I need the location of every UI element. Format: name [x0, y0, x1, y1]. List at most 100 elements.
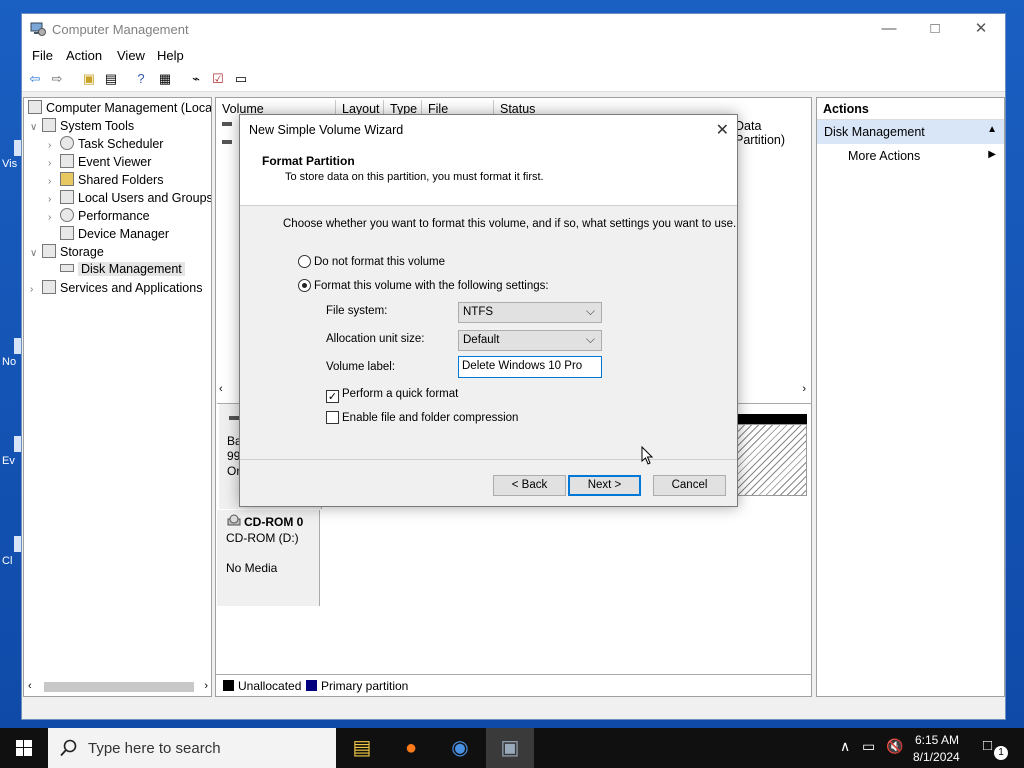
- scroll-right-icon[interactable]: ›: [802, 383, 806, 395]
- services-icon: [42, 280, 56, 294]
- radio-dot[interactable]: [298, 255, 311, 268]
- storage-icon: [42, 244, 56, 258]
- tree-item-services[interactable]: › Services and Applications: [30, 280, 202, 298]
- checkbox-checked-icon[interactable]: ✓: [326, 390, 339, 403]
- more-actions[interactable]: More Actions ▶: [817, 144, 1004, 168]
- wizard-title-bar[interactable]: New Simple Volume Wizard ✕: [240, 115, 737, 145]
- tree-item-performance[interactable]: › Performance: [48, 208, 150, 226]
- chevron-right-icon[interactable]: ›: [48, 140, 60, 151]
- forward-arrow-icon[interactable]: ⇨: [48, 70, 66, 88]
- actions-section-disk-management[interactable]: Disk Management ▲: [817, 120, 1004, 144]
- show-hide-tree-icon[interactable]: ▤: [102, 70, 120, 88]
- windows-logo-icon: [16, 740, 32, 756]
- chevron-right-icon[interactable]: ›: [30, 284, 42, 295]
- tree-item-label: Disk Management: [78, 262, 185, 276]
- clock-icon: [60, 136, 74, 150]
- chevron-right-icon[interactable]: ›: [48, 158, 60, 169]
- start-button[interactable]: [0, 728, 48, 768]
- close-icon[interactable]: ✕: [716, 120, 729, 140]
- radio-format-volume[interactable]: Format this volume with the following se…: [298, 279, 549, 292]
- volume-label-input[interactable]: Delete Windows 10 Pro: [458, 356, 602, 378]
- cdrom-0-info[interactable]: CD-ROM 0 CD-ROM (D:) No Media: [217, 510, 320, 606]
- computer-management-taskbar-icon[interactable]: ▣: [486, 728, 534, 768]
- actions-pane: Actions Disk Management ▲ More Actions ▶: [816, 97, 1005, 697]
- cancel-button[interactable]: Cancel: [653, 475, 726, 496]
- checkbox-unchecked-icon[interactable]: [326, 411, 339, 424]
- quick-format-checkbox[interactable]: ✓ Perform a quick format: [326, 388, 458, 403]
- tree-item-task-scheduler[interactable]: › Task Scheduler: [48, 136, 163, 154]
- chevron-up-icon[interactable]: ∧: [840, 738, 850, 755]
- legend-unallocated: Unallocated: [223, 679, 301, 693]
- title-bar[interactable]: Computer Management — □ ✕: [22, 14, 1005, 44]
- tree-item-shared-folders[interactable]: › Shared Folders: [48, 172, 163, 190]
- radio-label: Format this volume with the following se…: [314, 280, 549, 292]
- minimize-button[interactable]: —: [866, 14, 912, 44]
- collapse-up-icon[interactable]: ▲: [987, 124, 997, 135]
- properties-icon[interactable]: ▦: [156, 70, 174, 88]
- radio-do-not-format[interactable]: Do not format this volume: [298, 255, 445, 268]
- tree-item-storage[interactable]: ∨ Storage: [30, 244, 104, 262]
- tree-item-label: Device Manager: [78, 227, 170, 241]
- chevron-down-icon[interactable]: ∨: [30, 248, 42, 259]
- volume-muted-icon[interactable]: 🔇: [886, 738, 903, 755]
- chrome-icon[interactable]: ◉: [436, 728, 484, 768]
- menu-action[interactable]: Action: [66, 48, 102, 63]
- back-arrow-icon[interactable]: ⇦: [26, 70, 44, 88]
- next-button[interactable]: Next >: [568, 475, 641, 496]
- menu-view[interactable]: View: [117, 48, 145, 63]
- tree-item-event-viewer[interactable]: › Event Viewer: [48, 154, 151, 172]
- legend-label: Unallocated: [238, 679, 302, 693]
- unallocated-region[interactable]: [737, 424, 807, 496]
- shared-folder-icon: [60, 172, 74, 186]
- help-icon[interactable]: ?: [132, 70, 150, 88]
- up-folder-icon[interactable]: ▣: [80, 70, 98, 88]
- connect-icon[interactable]: ⌁: [187, 70, 205, 88]
- close-button[interactable]: ✕: [958, 14, 1004, 44]
- scrollbar-thumb[interactable]: [44, 682, 194, 692]
- tree-item-disk-management[interactable]: Disk Management: [60, 262, 185, 280]
- unallocated-bar: [737, 414, 807, 424]
- actions-section-label: Disk Management: [824, 125, 925, 139]
- tree-item-system-tools[interactable]: ∨ System Tools: [30, 118, 134, 136]
- more-actions-label: More Actions: [848, 149, 921, 163]
- allocation-unit-select[interactable]: Default ⌵: [458, 330, 602, 351]
- tree-item-local-users[interactable]: › Local Users and Groups: [48, 190, 211, 208]
- file-system-select[interactable]: NTFS ⌵: [458, 302, 602, 323]
- check-icon[interactable]: ☑: [209, 70, 227, 88]
- network-icon[interactable]: ▭: [862, 738, 875, 755]
- file-system-label: File system:: [326, 305, 388, 317]
- device-manager-icon: [60, 226, 74, 240]
- search-placeholder: Type here to search: [88, 740, 221, 757]
- chevron-right-icon[interactable]: ›: [48, 212, 60, 223]
- taskbar-search[interactable]: Type here to search: [48, 728, 336, 768]
- toolbar: ⇦ ⇨ ▣ ▤ ? ▦ ⌁ ☑ ▭: [22, 66, 1005, 92]
- scroll-left-icon[interactable]: ‹: [219, 383, 223, 395]
- compression-checkbox[interactable]: Enable file and folder compression: [326, 411, 518, 424]
- wizard-subheading: To store data on this partition, you mus…: [285, 171, 544, 183]
- tree-item-root[interactable]: Computer Management (Local: [28, 100, 211, 118]
- radio-dot[interactable]: [298, 279, 311, 292]
- list-icon[interactable]: ▭: [232, 70, 250, 88]
- disk-icon: [60, 264, 74, 272]
- maximize-button[interactable]: □: [912, 14, 958, 44]
- tree-horizontal-scrollbar[interactable]: ‹ ›: [26, 680, 210, 694]
- firefox-icon[interactable]: ●: [387, 728, 435, 768]
- notification-icon[interactable]: □: [983, 737, 992, 754]
- back-button[interactable]: < Back: [493, 475, 566, 496]
- scroll-left-icon[interactable]: ‹: [28, 680, 32, 692]
- menu-file[interactable]: File: [32, 48, 53, 63]
- chevron-down-icon[interactable]: ∨: [30, 122, 42, 133]
- chevron-right-icon[interactable]: ›: [48, 194, 60, 205]
- scroll-right-icon[interactable]: ›: [204, 680, 208, 692]
- tree-item-device-manager[interactable]: Device Manager: [60, 226, 169, 244]
- clock-date[interactable]: 8/1/2024: [913, 750, 960, 764]
- volume-label-label: Volume label:: [326, 361, 396, 373]
- allocation-unit-value: Default: [463, 334, 500, 346]
- file-explorer-icon[interactable]: ▤: [338, 728, 386, 768]
- cdrom-name: CD-ROM 0: [244, 515, 304, 529]
- computer-icon: [28, 100, 42, 114]
- chevron-right-icon[interactable]: ›: [48, 176, 60, 187]
- menu-help[interactable]: Help: [157, 48, 184, 63]
- clock-time[interactable]: 6:15 AM: [915, 733, 959, 747]
- wizard-instruction: Choose whether you want to format this v…: [283, 218, 737, 230]
